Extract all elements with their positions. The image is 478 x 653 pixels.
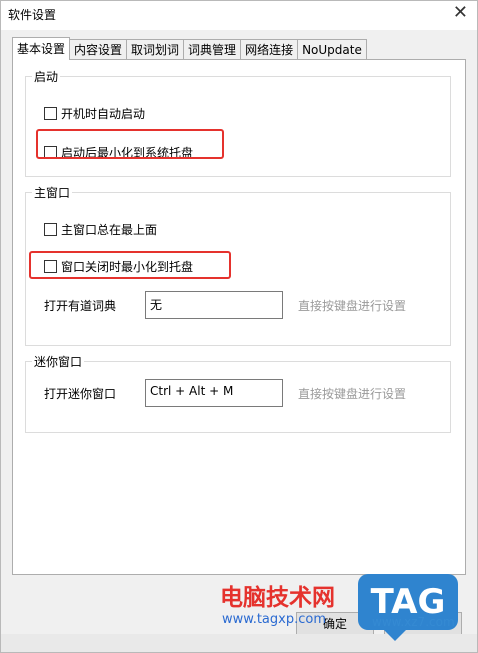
minimize-on-close-label: 窗口关闭时最小化到托盘 bbox=[61, 260, 194, 274]
minimize-after-start-checkbox[interactable]: 启动后最小化到系统托盘 bbox=[44, 144, 193, 161]
tab-network[interactable]: 网络连接 bbox=[240, 39, 299, 60]
minimize-after-start-label: 启动后最小化到系统托盘 bbox=[61, 146, 194, 160]
always-on-top-checkbox-box[interactable] bbox=[44, 223, 57, 236]
tab-content-settings[interactable]: 内容设置 bbox=[69, 39, 128, 60]
auto-start-checkbox-box[interactable] bbox=[44, 107, 57, 120]
open-mini-hotkey-field[interactable]: Ctrl + Alt + M bbox=[145, 379, 283, 407]
startup-group: 启动 开机时自动启动 启动后最小化到系统托盘 bbox=[25, 68, 451, 177]
tab-word-capture[interactable]: 取词划词 bbox=[126, 39, 185, 60]
window-title: 软件设置 bbox=[8, 8, 57, 22]
watermark-url: www.tagxp.com bbox=[222, 612, 326, 627]
open-dict-hint: 直接按键盘进行设置 bbox=[298, 299, 407, 313]
open-dict-hotkey-field[interactable]: 无 bbox=[145, 291, 283, 319]
open-mini-label: 打开迷你窗口 bbox=[44, 387, 117, 401]
open-dict-label: 打开有道词典 bbox=[44, 299, 117, 313]
mini-window-group-title: 迷你窗口 bbox=[32, 353, 85, 370]
tab-noupdate[interactable]: NoUpdate bbox=[297, 39, 367, 60]
main-window-group: 主窗口 主窗口总在最上面 窗口关闭时最小化到托盘 打开有道词典 无 直接按键盘进… bbox=[25, 184, 451, 346]
watermark-site-name: 电脑技术网 bbox=[220, 585, 335, 611]
title-bar: 软件设置 ✕ bbox=[0, 0, 478, 30]
tab-dictionary-management[interactable]: 词典管理 bbox=[183, 39, 242, 60]
minimize-after-start-checkbox-box[interactable] bbox=[44, 146, 57, 159]
tab-basic-settings[interactable]: 基本设置 bbox=[12, 37, 71, 60]
minimize-on-close-checkbox[interactable]: 窗口关闭时最小化到托盘 bbox=[44, 258, 193, 275]
always-on-top-checkbox[interactable]: 主窗口总在最上面 bbox=[44, 221, 157, 238]
close-icon[interactable]: ✕ bbox=[453, 2, 468, 23]
watermark-secondary: www.xz7.com bbox=[372, 615, 455, 629]
auto-start-checkbox[interactable]: 开机时自动启动 bbox=[44, 105, 145, 122]
always-on-top-label: 主窗口总在最上面 bbox=[61, 223, 158, 237]
startup-group-title: 启动 bbox=[32, 68, 61, 85]
main-window-group-title: 主窗口 bbox=[32, 184, 73, 201]
auto-start-label: 开机时自动启动 bbox=[61, 107, 146, 121]
mini-window-group: 迷你窗口 打开迷你窗口 Ctrl + Alt + M 直接按键盘进行设置 bbox=[25, 353, 451, 433]
tag-logo-pointer bbox=[383, 629, 407, 641]
minimize-on-close-checkbox-box[interactable] bbox=[44, 260, 57, 273]
settings-panel: 启动 开机时自动启动 启动后最小化到系统托盘 主窗口 主窗口总在最上面 窗口关闭… bbox=[12, 59, 466, 575]
tab-bar: 基本设置 内容设置 取词划词 词典管理 网络连接 NoUpdate bbox=[12, 37, 367, 60]
open-mini-hint: 直接按键盘进行设置 bbox=[298, 387, 407, 401]
